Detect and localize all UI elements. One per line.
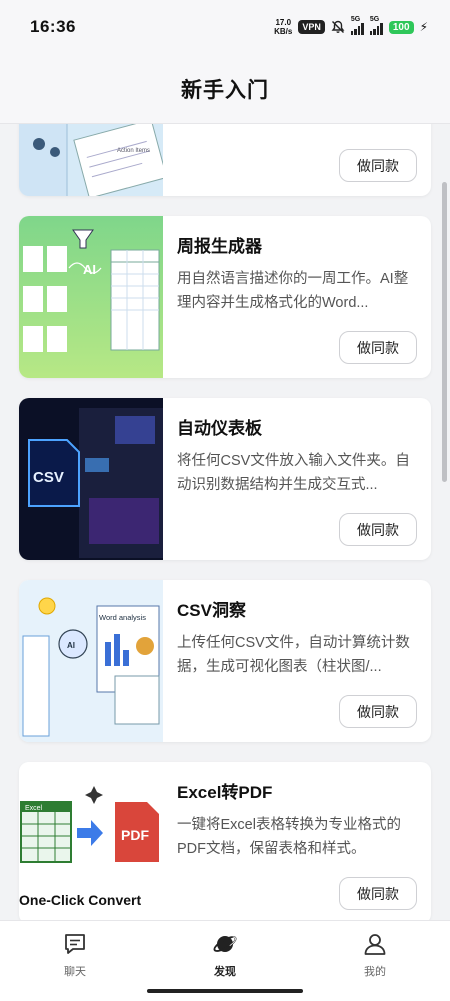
profile-icon	[364, 934, 386, 955]
battery-indicator: 100	[388, 20, 414, 34]
card-title: CSV洞察	[177, 601, 246, 620]
status-bar: 16:36 17.0 KB/s VPN 5G 5G 100 ⚡	[0, 0, 450, 54]
card-body: Excel转PDF 一键将Excel表格转换为专业格式的PDF文档，保留表格和样…	[177, 776, 417, 861]
make-same-button[interactable]: 做同款	[339, 877, 417, 910]
nav-profile[interactable]: 我的	[300, 921, 450, 1001]
template-list[interactable]: Action Items 做同款 AI 周报生成器 用自然语言描述你的一周工作。…	[0, 124, 450, 920]
vpn-badge: VPN	[298, 20, 325, 34]
nav-label: 我的	[364, 966, 386, 978]
card-description: 用自然语言描述你的一周工作。AI整理内容并生成格式化的Word...	[177, 271, 409, 311]
page-title: 新手入门	[181, 78, 269, 102]
svg-text:AI: AI	[83, 262, 96, 277]
nav-label: 发现	[214, 966, 236, 978]
status-icons: 17.0 KB/s VPN 5G 5G 100 ⚡	[274, 16, 428, 37]
make-same-button[interactable]: 做同款	[339, 331, 417, 364]
svg-text:Excel: Excel	[25, 805, 43, 812]
card-description: 将任何CSV文件放入输入文件夹。自动识别数据结构并生成交互式...	[177, 453, 410, 493]
card-thumbnail: Excel PDF One-Click Convert	[19, 762, 163, 920]
template-card[interactable]: AI Word analysis CSV洞察 上传任何CSV文件，自动计算统计数…	[19, 580, 431, 742]
svg-text:AI: AI	[67, 641, 75, 650]
card-thumbnail: AI	[19, 216, 163, 378]
card-title: 自动仪表板	[177, 419, 262, 438]
nav-chat[interactable]: 聊天	[0, 921, 150, 1001]
card-body: 周报生成器 用自然语言描述你的一周工作。AI整理内容并生成格式化的Word...	[177, 230, 417, 315]
template-card[interactable]: CSV 自动仪表板 将任何CSV文件放入输入文件夹。自动识别数据结构并生成交互式…	[19, 398, 431, 560]
svg-text:PDF: PDF	[121, 827, 149, 843]
make-same-button[interactable]: 做同款	[339, 513, 417, 546]
card-body: 自动仪表板 将任何CSV文件放入输入文件夹。自动识别数据结构并生成交互式...	[177, 412, 417, 497]
chat-icon	[65, 934, 85, 954]
card-description: 一键将Excel表格转换为专业格式的PDF文档，保留表格和样式。	[177, 817, 401, 857]
make-same-button[interactable]: 做同款	[339, 149, 417, 182]
svg-text:CSV: CSV	[33, 469, 64, 486]
card-title: Excel转PDF	[177, 783, 273, 802]
svg-text:Word analysis: Word analysis	[99, 613, 146, 622]
card-thumbnail: CSV	[19, 398, 163, 560]
card-thumbnail: Action Items	[19, 124, 163, 196]
nav-label: 聊天	[64, 966, 86, 978]
card-body: CSV洞察 上传任何CSV文件，自动计算统计数据，生成可视化图表（柱状图/...	[177, 594, 417, 679]
card-thumbnail: AI Word analysis	[19, 580, 163, 742]
page-header: 新手入门	[0, 54, 450, 124]
signal-icon: 5G	[369, 16, 383, 35]
discover-icon	[213, 936, 237, 952]
template-card[interactable]: Action Items 做同款	[19, 124, 431, 196]
card-description: 上传任何CSV文件，自动计算统计数据，生成可视化图表（柱状图/...	[177, 635, 410, 675]
scrollbar[interactable]	[442, 182, 447, 482]
svg-text:Action Items: Action Items	[117, 148, 150, 154]
status-time: 16:36	[30, 17, 76, 36]
mute-bell-icon	[331, 20, 345, 33]
charging-icon: ⚡	[419, 20, 428, 34]
home-indicator[interactable]	[147, 989, 303, 993]
card-title: 周报生成器	[177, 237, 262, 256]
make-same-button[interactable]: 做同款	[339, 695, 417, 728]
signal-icon: 5G	[350, 16, 364, 35]
svg-text:One-Click Convert: One-Click Convert	[19, 892, 141, 908]
template-card[interactable]: AI 周报生成器 用自然语言描述你的一周工作。AI整理内容并生成格式化的Word…	[19, 216, 431, 378]
net-speed: 17.0 KB/s	[274, 18, 293, 36]
template-card[interactable]: Excel PDF One-Click Convert Excel转PDF 一键…	[19, 762, 431, 920]
